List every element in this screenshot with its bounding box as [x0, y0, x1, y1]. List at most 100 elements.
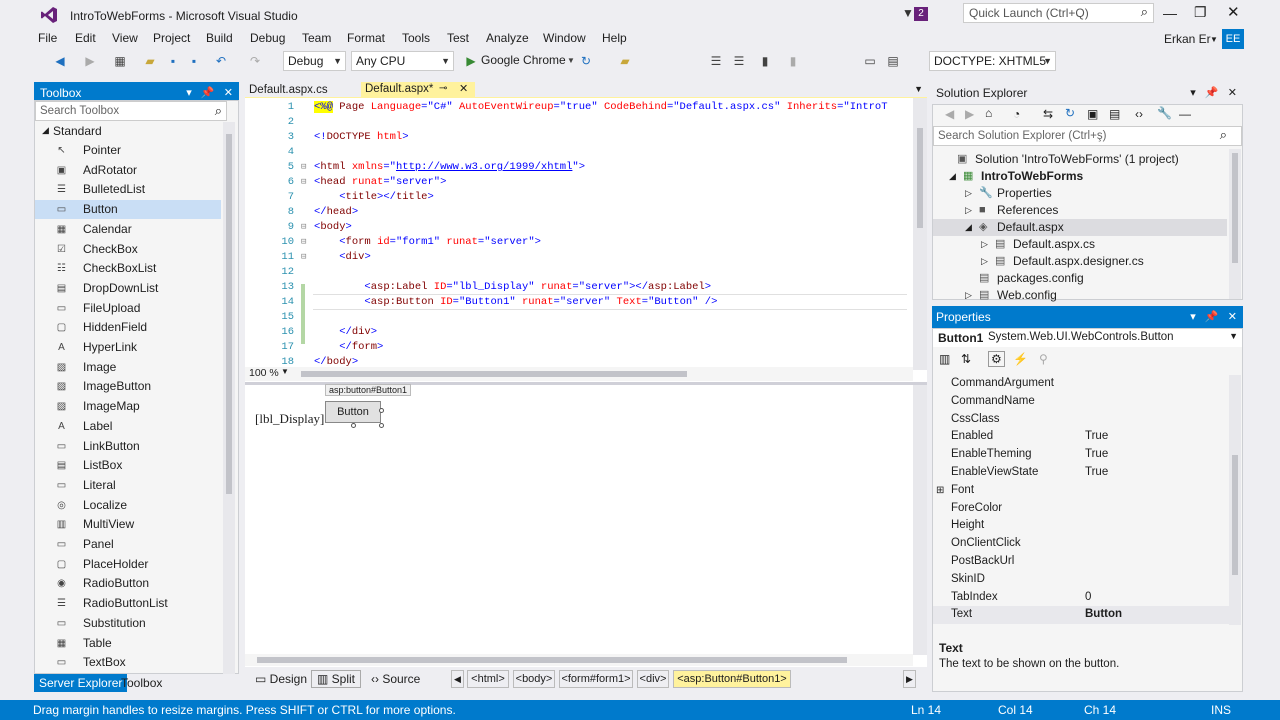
- pin-icon[interactable]: ⊸: [439, 83, 447, 94]
- categorized-icon[interactable]: ▥: [939, 352, 950, 366]
- toolbox-item-hyperlink[interactable]: A HyperLink: [35, 338, 218, 357]
- expand-toggle-icon[interactable]: ⊞: [936, 482, 944, 500]
- solution-node[interactable]: ▤ packages.config: [933, 270, 1227, 287]
- property-row-skinid[interactable]: SkinID: [933, 571, 1229, 589]
- property-row-commandname[interactable]: CommandName: [933, 393, 1229, 411]
- toolbox-item-literal[interactable]: ▭ Literal: [35, 476, 218, 495]
- search-icon[interactable]: ⌕: [1141, 4, 1148, 20]
- code-line[interactable]: 14 <asp:Button ID="Button1" runat="serve…: [245, 295, 905, 310]
- code-line[interactable]: 1 <%@ Page Language="C#" AutoEventWireup=…: [245, 100, 905, 115]
- redo-icon[interactable]: ↷: [247, 53, 263, 69]
- toolbox-item-table[interactable]: ▦ Table: [35, 634, 218, 653]
- run-icon[interactable]: ▶: [463, 53, 479, 69]
- property-row-enabletheming[interactable]: EnableTheming True: [933, 446, 1229, 464]
- run-target-label[interactable]: Google Chrome: [481, 53, 566, 67]
- design-label-preview[interactable]: [lbl_Display]: [255, 411, 324, 427]
- toolbox-item-linkbutton[interactable]: ▭ LinkButton: [35, 437, 218, 456]
- toolbox-item-checkboxlist[interactable]: ☷ CheckBoxList: [35, 259, 218, 278]
- code-line[interactable]: 15: [245, 310, 905, 325]
- source-pane[interactable]: 1 <%@ Page Language="C#" AutoEventWireup=…: [245, 98, 915, 370]
- code-line[interactable]: 11 ⊟ <div>: [245, 250, 905, 265]
- menu-format[interactable]: Format: [347, 31, 385, 45]
- back-icon[interactable]: ◀: [52, 53, 68, 69]
- properties-icon[interactable]: 🔧: [1157, 106, 1172, 120]
- menu-tools[interactable]: Tools: [402, 31, 430, 45]
- toolbox-item-substitution[interactable]: ▭ Substitution: [35, 614, 218, 633]
- toolbox-item-hiddenfield[interactable]: ▢ HiddenField: [35, 318, 218, 337]
- expand-toggle-icon[interactable]: ▷: [981, 236, 988, 253]
- find-icon[interactable]: ▰: [617, 53, 633, 69]
- crumb-next-icon[interactable]: ▶: [903, 670, 916, 688]
- toolbox-item-image[interactable]: ▨ Image: [35, 358, 218, 377]
- property-pages-icon[interactable]: ⚲: [1039, 352, 1048, 366]
- solution-scrollbar[interactable]: [1229, 149, 1241, 299]
- bookmark-icon[interactable]: ▮: [757, 53, 773, 69]
- source-vscrollbar[interactable]: [913, 98, 927, 370]
- expand-toggle-icon[interactable]: ◢: [965, 219, 972, 236]
- preview-icon[interactable]: —: [1179, 107, 1191, 121]
- doctype-select[interactable]: DOCTYPE: XHTML5 ▼: [929, 51, 1056, 71]
- save-icon[interactable]: ▪: [165, 53, 181, 69]
- code-line[interactable]: 12: [245, 265, 905, 280]
- property-row-forecolor[interactable]: ForeColor: [933, 500, 1229, 518]
- format-icon[interactable]: ▭: [862, 53, 878, 69]
- code-line[interactable]: 2: [245, 115, 905, 130]
- home-icon[interactable]: ⌂: [985, 106, 992, 120]
- toolbox-item-multiview[interactable]: ▥ MultiView: [35, 515, 218, 534]
- tab-server-explorer[interactable]: Server Explorer: [34, 674, 128, 692]
- toolbox-item-checkbox[interactable]: ☑ CheckBox: [35, 240, 218, 259]
- quick-launch-input[interactable]: Quick Launch (Ctrl+Q) ⌕: [963, 3, 1154, 23]
- toolbox-item-localize[interactable]: ◎ Localize: [35, 496, 218, 515]
- expand-toggle-icon[interactable]: ▷: [965, 202, 972, 219]
- property-row-postbackurl[interactable]: PostBackUrl: [933, 553, 1229, 571]
- solution-node[interactable]: ▷ ▤ Default.aspx.designer.cs: [933, 253, 1227, 270]
- new-project-icon[interactable]: ▦: [112, 53, 128, 69]
- code-line[interactable]: 5 ⊟ <html xmlns="http://www.w3.org/1999/xh…: [245, 160, 905, 175]
- pending-changes-icon[interactable]: ◔: [1013, 107, 1020, 121]
- user-dropdown-icon[interactable]: ▼: [1210, 35, 1218, 44]
- property-row-cssclass[interactable]: CssClass: [933, 411, 1229, 429]
- menu-analyze[interactable]: Analyze: [486, 31, 529, 45]
- scrollbar-thumb[interactable]: [917, 128, 923, 228]
- design-view-tab[interactable]: ▭ Design: [255, 672, 307, 686]
- fold-toggle-icon[interactable]: ⊟: [301, 235, 306, 250]
- solution-node[interactable]: ▷ ▤ Web.config: [933, 287, 1227, 304]
- search-icon[interactable]: ⌕: [215, 103, 222, 119]
- sync-icon[interactable]: ⇆: [1043, 107, 1053, 121]
- restore-button[interactable]: ❐: [1194, 4, 1207, 21]
- scrollbar-thumb[interactable]: [1232, 153, 1238, 263]
- code-line[interactable]: 4: [245, 145, 905, 160]
- toolbox-item-imagemap[interactable]: ▨ ImageMap: [35, 397, 218, 416]
- toolbox-item-radiobuttonlist[interactable]: ☰ RadioButtonList: [35, 594, 218, 613]
- breadcrumb-item[interactable]: <form#form1>: [559, 670, 633, 688]
- property-row-tabindex[interactable]: TabIndex 0: [933, 589, 1229, 607]
- indent-icon[interactable]: ☰: [731, 53, 747, 69]
- menu-view[interactable]: View: [112, 31, 138, 45]
- design-surface[interactable]: [lbl_Display] asp:button#Button1 Button: [245, 384, 913, 655]
- panel-buttons[interactable]: ▾ 📌 ✕: [1190, 82, 1237, 104]
- solution-node[interactable]: ▷ ▤ Default.aspx.cs: [933, 236, 1227, 253]
- expand-toggle-icon[interactable]: ▷: [981, 253, 988, 270]
- expand-toggle-icon[interactable]: ▷: [965, 185, 972, 202]
- property-value[interactable]: True: [1085, 464, 1108, 482]
- code-line[interactable]: 7 <title></title>: [245, 190, 905, 205]
- hscroll-thumb[interactable]: [257, 657, 847, 663]
- refresh-icon[interactable]: ↻: [578, 53, 594, 69]
- resize-handle[interactable]: [379, 408, 384, 413]
- menu-team[interactable]: Team: [302, 31, 331, 45]
- resize-handle[interactable]: [351, 423, 356, 428]
- user-avatar[interactable]: EE: [1222, 29, 1244, 49]
- toolbox-item-fileupload[interactable]: ▭ FileUpload: [35, 299, 218, 318]
- toolbox-section-standard[interactable]: Standard: [53, 124, 102, 138]
- user-name[interactable]: Erkan Er: [1164, 32, 1211, 46]
- code-line[interactable]: 9 ⊟ <body>: [245, 220, 905, 235]
- panel-buttons[interactable]: ▾ 📌 ✕: [1190, 306, 1237, 328]
- back-icon[interactable]: ◀: [945, 107, 954, 121]
- toolbox-scrollbar[interactable]: [223, 122, 235, 675]
- object-selector[interactable]: Button1 System.Web.UI.WebControls.Button…: [933, 329, 1242, 347]
- property-scrollbar[interactable]: [1229, 375, 1241, 625]
- prev-bookmark-icon[interactable]: ▮: [785, 53, 801, 69]
- breadcrumb-item[interactable]: <div>: [637, 670, 669, 688]
- code-line[interactable]: 6 ⊟ <head runat="server">: [245, 175, 905, 190]
- code-line[interactable]: 16 </div>: [245, 325, 905, 340]
